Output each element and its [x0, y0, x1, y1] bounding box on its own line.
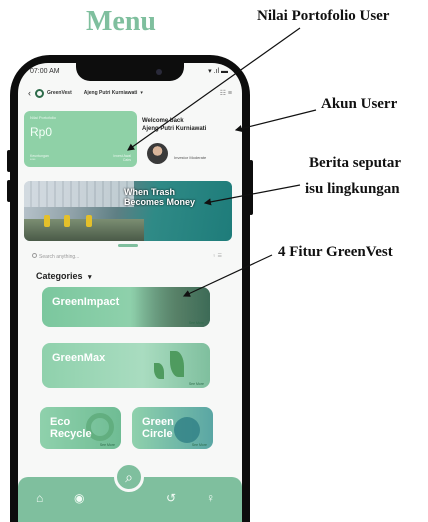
banner-photo-worker	[64, 215, 70, 227]
banner-headline: When Trash Becomes Money	[124, 187, 195, 207]
feature-title-line1: Eco	[50, 416, 71, 428]
banner-photo-roof	[24, 181, 134, 207]
feature-title: GreenImpact	[52, 296, 120, 308]
feature-card-eco-recycle[interactable]: Eco Recycle See More	[40, 407, 121, 449]
portfolio-label: Nilai Portofolio	[30, 115, 56, 120]
feature-title-line2: Recycle	[50, 428, 92, 440]
history-icon[interactable]: ↺	[166, 491, 176, 505]
welcome-user-name: Ajeng Putri Kurniawati	[142, 126, 207, 132]
banner-headline-line1: When Trash	[124, 187, 176, 197]
feature-card-green-circle[interactable]: Green Circle See More	[132, 407, 213, 449]
menu-icon[interactable]: ☷ ≡	[220, 89, 232, 97]
explore-icon[interactable]: ◉	[74, 491, 84, 505]
search-icon	[32, 253, 37, 258]
feature-title: Green Circle	[142, 416, 174, 440]
status-time: 07:00 AM	[30, 68, 60, 75]
annotation-news-line2: isu lingkungan	[305, 181, 400, 197]
chevron-down-icon: ▾	[88, 274, 92, 281]
see-more-link[interactable]: See More	[189, 382, 204, 386]
home-icon[interactable]: ⌂	[36, 491, 43, 505]
annotation-features: 4 Fitur GreenVest	[278, 244, 393, 260]
plant-icon	[154, 363, 164, 379]
search-bar[interactable]: Search anything... ♀ ☰	[32, 253, 222, 263]
categories-dropdown[interactable]: Categories ▾	[36, 271, 92, 281]
banner-photo-worker	[86, 215, 92, 227]
news-banner[interactable]: When Trash Becomes Money	[24, 181, 232, 241]
plant-icon	[170, 351, 184, 377]
banner-headline-line2: Becomes Money	[124, 197, 196, 207]
feature-card-greenmax[interactable]: GreenMax See More	[42, 343, 210, 388]
search-placeholder: Search anything...	[39, 254, 80, 260]
feature-title: Eco Recycle	[50, 416, 92, 440]
carousel-indicator	[118, 244, 138, 247]
chevron-down-icon[interactable]: ▾	[140, 90, 143, 96]
investor-level: Investor Moderate	[174, 155, 207, 160]
banner-photo-worker	[44, 215, 50, 227]
camera-icon	[156, 69, 162, 75]
welcome-line: Welcome back	[142, 118, 184, 124]
status-icons: ▾ .ıl ▬	[208, 68, 228, 75]
see-more-link[interactable]: See More	[100, 443, 115, 447]
see-more-link[interactable]: See More	[189, 321, 204, 325]
filter-icon[interactable]: ♀ ☰	[212, 253, 222, 259]
portfolio-details: Keuntungan **** Invest Awal Cairs	[30, 154, 131, 162]
portfolio-card[interactable]: Nilai Portofolio Rp0 Keuntungan **** Inve…	[24, 111, 137, 167]
figure-title: Menu	[86, 6, 156, 37]
annotation-account: Akun Userr	[321, 96, 398, 112]
feature-title-line1: Green	[142, 416, 174, 428]
annotation-news-line1: Berita seputar	[309, 155, 402, 171]
welcome-block: Welcome back Ajeng Putri Kurniawati	[142, 117, 206, 133]
greenvest-logo-icon	[35, 88, 44, 98]
see-more-link[interactable]: See More	[192, 443, 207, 447]
search-button[interactable]: ⌕	[114, 462, 144, 492]
globe-icon	[174, 417, 200, 443]
profit-value: ****	[30, 158, 36, 162]
profile-icon[interactable]: ♀	[206, 491, 215, 505]
feature-title: GreenMax	[52, 352, 106, 364]
header-user-name[interactable]: Ajeng Putri Kurniawati	[84, 90, 138, 96]
annotation-portfolio: Nilai Portofolio User	[257, 8, 390, 24]
feature-title-line2: Circle	[142, 428, 173, 440]
categories-label: Categories	[36, 271, 83, 281]
feature-card-greenimpact[interactable]: GreenImpact See More	[42, 287, 210, 327]
phone-screen: 07:00 AM ▾ .ıl ▬ ‹ GreenVest Ajeng Putri…	[18, 63, 242, 522]
back-icon[interactable]: ‹	[28, 88, 31, 98]
avatar[interactable]	[147, 143, 168, 164]
portfolio-value: Rp0	[30, 125, 53, 139]
phone-notch	[76, 63, 184, 81]
banner-photo-belt	[24, 219, 144, 241]
brand-name: GreenVest	[47, 90, 72, 96]
app-header: ‹ GreenVest Ajeng Putri Kurniawati ▾ ☷ ≡	[28, 86, 232, 100]
initial-invest-value: Cairs	[122, 158, 131, 162]
